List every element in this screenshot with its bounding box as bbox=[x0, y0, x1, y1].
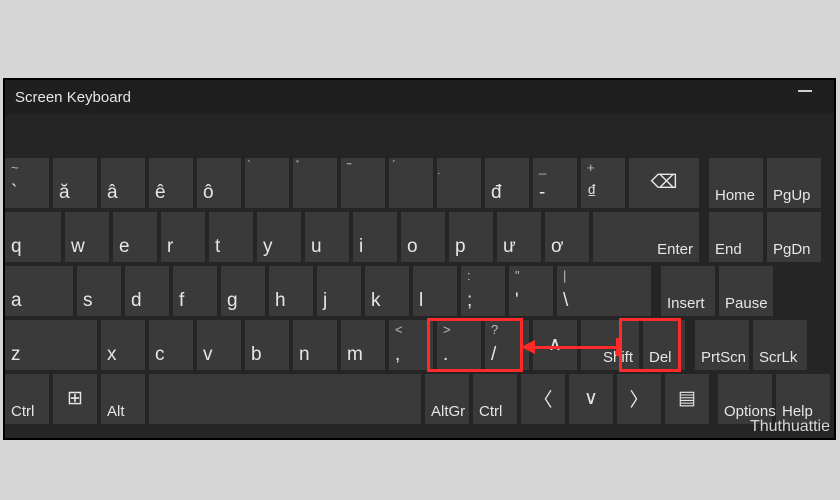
key-b[interactable]: b bbox=[245, 320, 289, 370]
arrow-head-icon bbox=[521, 340, 535, 354]
key-help[interactable]: Help bbox=[776, 374, 830, 424]
key-tone-tilde[interactable]: ̃ bbox=[341, 158, 385, 208]
key-pgup[interactable]: PgUp bbox=[767, 158, 821, 208]
chevron-left-icon: 〈 bbox=[533, 385, 552, 412]
key-z[interactable]: z bbox=[5, 320, 97, 370]
key-u-horn[interactable]: ư bbox=[497, 212, 541, 262]
key-x[interactable]: x bbox=[101, 320, 145, 370]
key-m[interactable]: m bbox=[341, 320, 385, 370]
keyboard-area: ~ ` ă â ê ô ̀ ̉ ̃ ́ ̣ đ _ - + ₫ bbox=[5, 114, 834, 438]
key-v[interactable]: v bbox=[197, 320, 241, 370]
menu-icon: ▤ bbox=[678, 387, 696, 410]
row-1: ~ ` ă â ê ô ̀ ̉ ̃ ́ ̣ đ _ - + ₫ bbox=[5, 158, 834, 208]
key-y[interactable]: y bbox=[257, 212, 301, 262]
key-period[interactable]: > . bbox=[437, 320, 481, 370]
key-end[interactable]: End bbox=[709, 212, 763, 262]
key-insert[interactable]: Insert bbox=[661, 266, 715, 316]
key-minus[interactable]: _ - bbox=[533, 158, 577, 208]
key-tone-grave[interactable]: ̀ bbox=[245, 158, 289, 208]
key-c[interactable]: c bbox=[149, 320, 193, 370]
key-l[interactable]: l bbox=[413, 266, 457, 316]
key-prtscn[interactable]: PrtScn bbox=[695, 320, 749, 370]
key-h[interactable]: h bbox=[269, 266, 313, 316]
key-p[interactable]: p bbox=[449, 212, 493, 262]
key-q[interactable]: q bbox=[5, 212, 61, 262]
key-backtick[interactable]: ~ ` bbox=[5, 158, 49, 208]
key-alt-left[interactable]: Alt bbox=[101, 374, 145, 424]
backspace-icon: ⌫ bbox=[651, 171, 678, 194]
key-j[interactable]: j bbox=[317, 266, 361, 316]
key-t[interactable]: t bbox=[209, 212, 253, 262]
windows-icon: ⊞ bbox=[67, 387, 83, 410]
key-enter[interactable]: Enter bbox=[593, 212, 699, 262]
key-o-circ[interactable]: ô bbox=[197, 158, 241, 208]
key-context-menu[interactable]: ▤ bbox=[665, 374, 709, 424]
key-k[interactable]: k bbox=[365, 266, 409, 316]
key-tone-dot[interactable]: ̣ bbox=[437, 158, 481, 208]
key-tone-acute[interactable]: ́ bbox=[389, 158, 433, 208]
key-backslash[interactable]: | \ bbox=[557, 266, 651, 316]
key-r[interactable]: r bbox=[161, 212, 205, 262]
key-a-circ[interactable]: â bbox=[101, 158, 145, 208]
window-title: Screen Keyboard bbox=[15, 89, 131, 106]
key-u[interactable]: u bbox=[305, 212, 349, 262]
key-pgdn[interactable]: PgDn bbox=[767, 212, 821, 262]
key-quote[interactable]: " ' bbox=[509, 266, 553, 316]
key-comma[interactable]: < , bbox=[389, 320, 433, 370]
key-altgr[interactable]: AltGr bbox=[425, 374, 469, 424]
key-s[interactable]: s bbox=[77, 266, 121, 316]
key-home[interactable]: Home bbox=[709, 158, 763, 208]
key-g[interactable]: g bbox=[221, 266, 265, 316]
row-4: z x c v b n m < , > . ? / ∧ bbox=[5, 320, 834, 370]
key-e[interactable]: e bbox=[113, 212, 157, 262]
row-2: q w e r t y u i o p ư ơ Enter End PgDn bbox=[5, 212, 834, 262]
chevron-down-icon: ∨ bbox=[584, 387, 598, 410]
minimize-button[interactable] bbox=[798, 90, 812, 92]
key-a[interactable]: a bbox=[5, 266, 73, 316]
arrow-line bbox=[529, 346, 619, 349]
key-space[interactable] bbox=[149, 374, 421, 424]
key-n[interactable]: n bbox=[293, 320, 337, 370]
key-arrow-left[interactable]: 〈 bbox=[521, 374, 565, 424]
key-ctrl-left[interactable]: Ctrl bbox=[5, 374, 49, 424]
key-backspace[interactable]: ⌫ bbox=[629, 158, 699, 208]
key-equals[interactable]: + ₫ bbox=[581, 158, 625, 208]
titlebar: Screen Keyboard bbox=[5, 80, 834, 114]
chevron-up-icon: ∧ bbox=[548, 333, 562, 356]
key-semicolon[interactable]: : ; bbox=[461, 266, 505, 316]
key-d[interactable]: d bbox=[125, 266, 169, 316]
key-arrow-right[interactable]: 〉 bbox=[617, 374, 661, 424]
key-scrlk[interactable]: ScrLk bbox=[753, 320, 807, 370]
osk-window: Screen Keyboard ~ ` ă â ê ô ̀ ̉ ̃ ́ ̣ đ bbox=[3, 78, 836, 440]
chevron-right-icon: 〉 bbox=[629, 385, 648, 412]
key-f[interactable]: f bbox=[173, 266, 217, 316]
row-3: a s d f g h j k l : ; " ' | \ bbox=[5, 266, 834, 316]
key-e-circ[interactable]: ê bbox=[149, 158, 193, 208]
key-pause[interactable]: Pause bbox=[719, 266, 773, 316]
arrow-tail bbox=[616, 338, 619, 356]
key-arrow-up[interactable]: ∧ bbox=[533, 320, 577, 370]
key-i[interactable]: i bbox=[353, 212, 397, 262]
key-a-breve[interactable]: ă bbox=[53, 158, 97, 208]
row-5: Ctrl ⊞ Alt AltGr Ctrl 〈 ∨ 〉 ▤ Options He… bbox=[5, 374, 834, 424]
key-w[interactable]: w bbox=[65, 212, 109, 262]
key-tone-hook[interactable]: ̉ bbox=[293, 158, 337, 208]
key-o-horn[interactable]: ơ bbox=[545, 212, 589, 262]
key-arrow-down[interactable]: ∨ bbox=[569, 374, 613, 424]
key-win[interactable]: ⊞ bbox=[53, 374, 97, 424]
key-d-stroke[interactable]: đ bbox=[485, 158, 529, 208]
key-del[interactable]: Del bbox=[643, 320, 685, 370]
key-ctrl-right[interactable]: Ctrl bbox=[473, 374, 517, 424]
key-options[interactable]: Options bbox=[718, 374, 772, 424]
key-shift[interactable]: Shift bbox=[581, 320, 639, 370]
key-o[interactable]: o bbox=[401, 212, 445, 262]
